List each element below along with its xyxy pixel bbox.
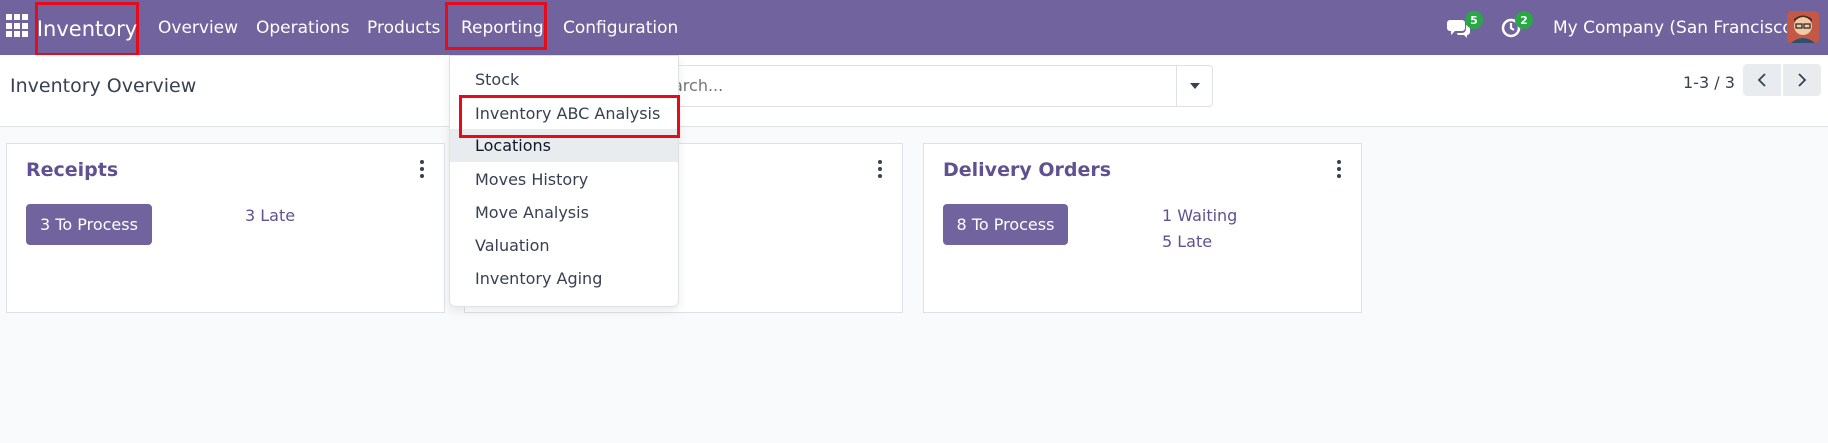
to-process-button[interactable]: 3 To Process — [26, 204, 152, 245]
menu-item-inventory-aging[interactable]: Inventory Aging — [450, 262, 678, 295]
avatar-image — [1787, 11, 1819, 43]
card-options-icon[interactable] — [1334, 160, 1344, 178]
menu-overview[interactable]: Overview — [158, 0, 238, 55]
apps-grid-icon[interactable] — [6, 14, 30, 38]
control-panel: Inventory Overview 1-3 / 3 — [0, 55, 1828, 127]
chevron-left-icon — [1757, 73, 1766, 87]
pager-next-button[interactable] — [1783, 64, 1821, 96]
waiting-link[interactable]: 1 Waiting — [1162, 206, 1237, 225]
top-navbar: Inventory Overview Operations Products R… — [0, 0, 1828, 56]
receipts-card: Receipts 3 To Process 3 Late — [6, 143, 445, 313]
card-options-icon[interactable] — [875, 160, 885, 178]
menu-item-valuation[interactable]: Valuation — [450, 229, 678, 262]
page-title: Inventory Overview — [10, 75, 197, 97]
menu-operations[interactable]: Operations — [256, 0, 349, 55]
caret-down-icon — [1189, 83, 1200, 89]
search-bar[interactable] — [640, 65, 1213, 107]
chevron-right-icon — [1798, 73, 1807, 87]
to-process-button[interactable]: 8 To Process — [943, 204, 1068, 245]
pager-value[interactable]: 1-3 / 3 — [1683, 73, 1735, 92]
search-input[interactable] — [653, 76, 1153, 95]
menu-configuration[interactable]: Configuration — [563, 0, 678, 55]
messages-count-badge: 5 — [1465, 11, 1483, 29]
menu-products[interactable]: Products — [367, 0, 440, 55]
menu-item-moves-history[interactable]: Moves History — [450, 163, 678, 196]
card-title[interactable]: Receipts — [26, 159, 118, 181]
late-link[interactable]: 5 Late — [1162, 232, 1212, 251]
late-link[interactable]: 3 Late — [245, 206, 295, 225]
menu-item-stock[interactable]: Stock — [450, 63, 678, 96]
reporting-dropdown-menu: Stock Inventory ABC Analysis Locations M… — [449, 55, 679, 307]
card-options-icon[interactable] — [417, 160, 427, 178]
delivery-orders-card: Delivery Orders 8 To Process 1 Waiting 5… — [923, 143, 1362, 313]
reporting-highlight — [445, 2, 547, 50]
app-brand[interactable]: Inventory — [35, 2, 139, 56]
menu-item-move-analysis[interactable]: Move Analysis — [450, 196, 678, 229]
abc-analysis-highlight — [459, 95, 680, 138]
company-switcher[interactable]: My Company (San Francisco) — [1553, 0, 1799, 55]
card-title[interactable]: Delivery Orders — [943, 159, 1111, 181]
pager-previous-button[interactable] — [1743, 64, 1781, 96]
search-options-toggle[interactable] — [1176, 66, 1212, 106]
user-avatar[interactable] — [1787, 11, 1819, 43]
activities-count-badge: 2 — [1515, 11, 1533, 29]
messages-button[interactable] — [1447, 0, 1471, 55]
